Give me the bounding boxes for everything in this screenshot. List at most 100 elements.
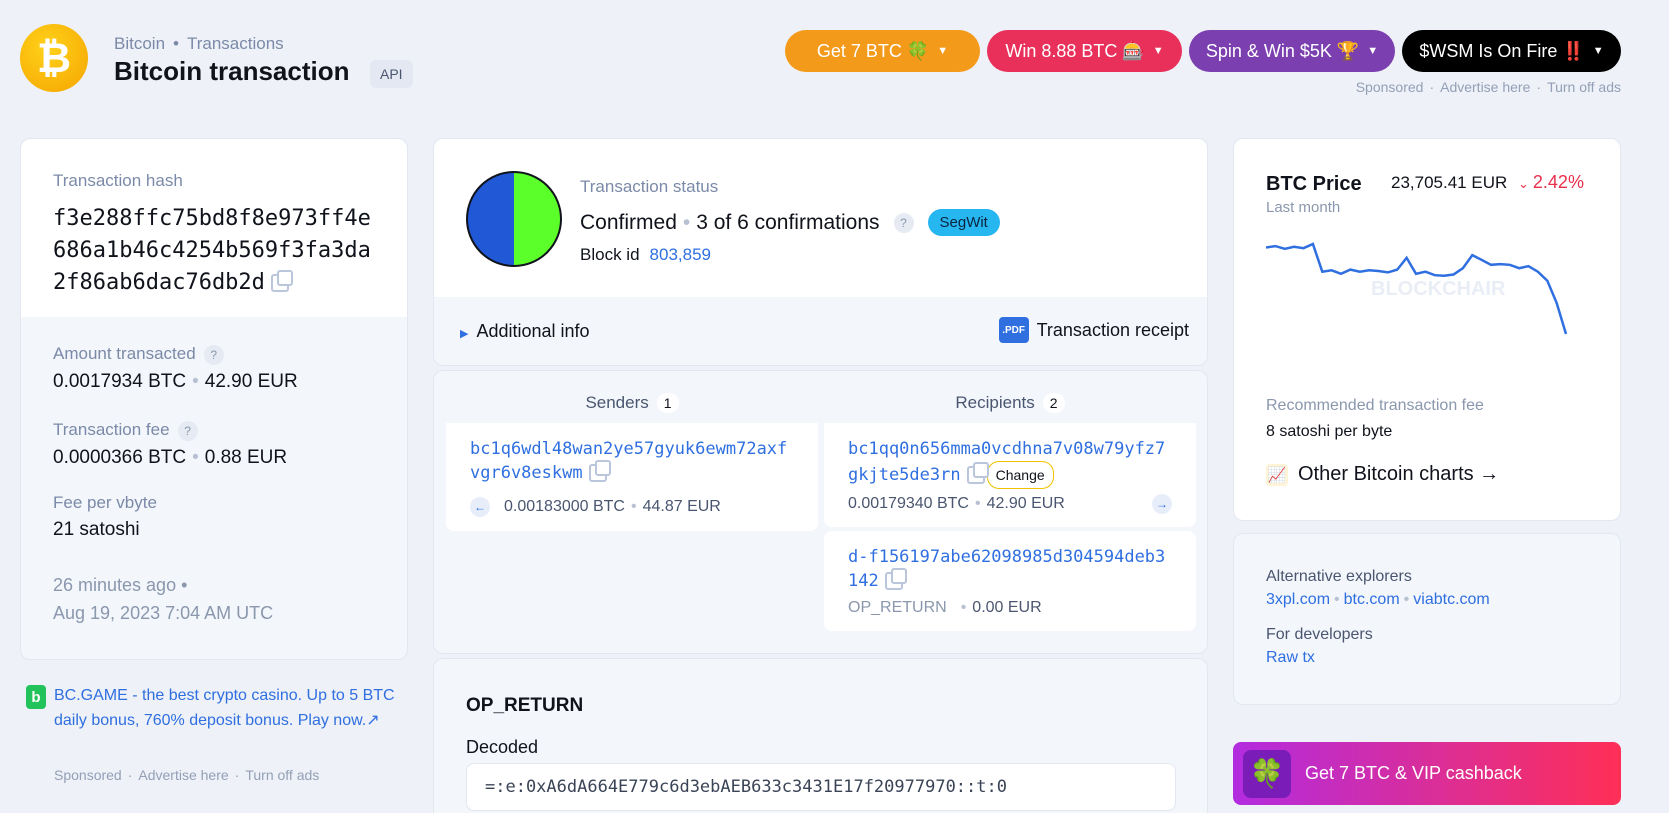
time-block: 26 minutes ago • Aug 19, 2023 7:04 AM UT… [53,571,273,627]
help-icon[interactable]: ? [177,420,198,441]
chart-icon: 📈 [1266,463,1288,486]
fee-value: 0.0000366 BTC • 0.88 EUR [53,446,288,468]
status-top: Transaction status Confirmed • 3 of 6 co… [434,139,1207,297]
promo-button-wsm[interactable]: $WSM Is On Fire ‼️ ▼ [1402,30,1621,72]
inputs-outputs-card: Senders 1 bc1q6wdl48wan2ye57gyuk6ewm72axf… [433,370,1208,654]
sender-values: ← 0.00183000 BTC • 44.87 EUR [470,497,794,517]
recipient-values: 0.00179340 BTC • 42.90 EUR → [848,494,1172,514]
other-charts-link[interactable]: 📈 Other Bitcoin charts → [1266,463,1499,486]
promo-label: $WSM Is On Fire ‼️ [1419,40,1585,61]
raw-tx-link[interactable]: Raw tx [1266,649,1315,666]
decoded-value[interactable]: =:e:0xA6dA664E779c6d3ebAEB633c3431E17f20… [466,763,1176,811]
explorer-link-viabtc[interactable]: viabtc.com [1413,591,1489,608]
fee-label: Transaction fee? [53,420,287,441]
turn-off-ads-link[interactable]: Turn off ads [245,767,319,783]
arrow-right-icon[interactable]: → [1152,494,1172,514]
explorer-link-3xpl[interactable]: 3xpl.com [1266,591,1330,608]
amount-label: Amount transacted? [53,344,298,365]
recipient-address[interactable]: d-f156197abe62098985d304594deb3142 [848,545,1172,593]
recommended-fee-label: Recommended transaction fee [1266,397,1484,414]
help-icon[interactable]: ? [893,212,914,233]
breadcrumb: Bitcoin • Transactions [114,34,284,54]
timestamp: Aug 19, 2023 7:04 AM UTC [53,603,274,623]
sponsored-label: Sponsored [54,767,122,783]
vip-ad-label: Get 7 BTC & VIP cashback [1305,763,1522,783]
bc-game-ad-text[interactable]: BC.GAME - the best crypto casino. Up to … [54,683,404,733]
turn-off-ads-link[interactable]: Turn off ads [1547,79,1621,95]
confirmation-pie-icon [466,171,562,267]
sidebar-ad-links: Sponsored · Advertise here · Turn off ads [54,767,320,783]
amount-value: 0.0017934 BTC • 42.90 EUR [53,370,298,392]
page-title: Bitcoin transaction [114,56,350,86]
copy-icon[interactable] [966,462,989,484]
block-id-line: Block id 803,859 [580,245,711,265]
recipient-values: OP_RETURN • 0.00 EUR [848,599,1042,616]
confirmations: 3 of 6 confirmations [696,210,880,234]
developers-label: For developers [1266,626,1373,643]
status-state: Confirmed [580,210,677,234]
recipients-column: Recipients 2 bc1qq0n656mma0vcdhna7v08w79y… [824,383,1196,631]
chart-watermark: BLOCKCHAIR [1371,278,1506,300]
status-label: Transaction status [580,177,719,196]
advertise-link[interactable]: Advertise here [138,767,228,783]
price-value: 23,705.41 EUR [1391,173,1508,192]
senders-count: 1 [656,393,679,413]
breadcrumb-transactions[interactable]: Transactions [187,34,284,53]
additional-info-toggle[interactable]: ▶ Additional info [460,321,590,342]
decoded-label: Decoded [466,737,539,757]
fpv-label: Fee per vbyte [53,493,157,512]
recipient-item: d-f156197abe62098985d304594deb3142 OP_RE… [824,531,1196,631]
breadcrumb-bitcoin[interactable]: Bitcoin [114,34,165,53]
op-return-title: OP_RETURN [466,695,584,716]
advertise-link[interactable]: Advertise here [1440,79,1530,95]
copy-icon[interactable] [884,568,907,590]
recipient-item: bc1qq0n656mma0vcdhna7v08w79yfz7gkjte5de3… [824,423,1196,527]
arrow-left-icon[interactable]: ← [470,497,490,517]
block-id-link[interactable]: 803,859 [650,245,711,264]
bc-game-logo-icon: b [26,685,46,709]
transaction-status-card: Transaction status Confirmed • 3 of 6 co… [433,138,1208,366]
promo-button-spin-win[interactable]: Spin & Win $5K 🏆 ▼ [1189,30,1395,72]
transaction-summary-card: Transaction hash f3e288ffc75bd8f8e973ff4… [20,138,408,660]
hash-label: Transaction hash [53,171,183,190]
bitcoin-logo-icon[interactable]: ₿ [20,24,88,92]
vip-cashback-ad[interactable]: 🍀 Get 7 BTC & VIP cashback [1233,742,1621,805]
promo-button-get-btc[interactable]: Get 7 BTC 🍀 ▼ [785,30,980,72]
status-line: Confirmed • 3 of 6 confirmations ? SegWi… [580,209,1000,236]
recipients-count: 2 [1042,393,1065,413]
explorer-link-btc[interactable]: btc.com [1344,591,1400,608]
segwit-badge: SegWit [927,209,1000,236]
price-sparkline[interactable]: BLOCKCHAIR [1266,239,1586,349]
promo-label: Win 8.88 BTC 🎰 [1005,40,1145,61]
price-change: ⌄ 2.42% [1518,172,1584,192]
fpv-value: 21 satoshi [53,519,140,540]
copy-icon[interactable] [270,270,293,292]
copy-icon[interactable] [588,460,611,482]
raw-tx-link-wrap: Raw tx [1266,649,1315,667]
time-ago: 26 minutes ago • [53,575,188,595]
amount-block: Amount transacted? 0.0017934 BTC • 42.90 E… [53,344,298,393]
senders-header: Senders 1 [446,383,818,423]
caret-down-icon: ▼ [1592,45,1604,57]
api-button[interactable]: API [370,60,413,88]
sponsored-label: Sponsored [1355,79,1424,95]
transaction-receipt-button[interactable]: .PDF Transaction receipt [998,317,1189,343]
promo-button-win-btc[interactable]: Win 8.88 BTC 🎰 ▼ [987,30,1182,72]
help-icon[interactable]: ? [203,344,224,365]
op-return-card: OP_RETURN Decoded =:e:0xA6dA664E779c6d3e… [433,658,1208,813]
caret-down-icon: ▼ [937,45,949,57]
sender-address[interactable]: bc1q6wdl48wan2ye57gyuk6ewm72axfvgr6v8esk… [470,437,794,485]
recipient-address[interactable]: bc1qq0n656mma0vcdhna7v08w79yfz7gkjte5de3… [848,437,1172,489]
triangle-right-icon: ▶ [460,328,469,340]
promo-label: Spin & Win $5K 🏆 [1205,40,1360,61]
sender-item: bc1q6wdl48wan2ye57gyuk6ewm72axfvgr6v8esk… [446,423,818,531]
price-title: BTC Price [1266,173,1362,195]
arrow-down-icon: ⌄ [1518,176,1529,191]
header-ad-links: Sponsored · Advertise here · Turn off ads [1355,79,1621,95]
hash-value: f3e288ffc75bd8f8e973ff4e686a1b46c4254b56… [53,206,371,295]
hash-box: Transaction hash f3e288ffc75bd8f8e973ff4… [21,139,407,317]
recommended-fee-value: 8 satoshi per byte [1266,423,1393,440]
block-id-label: Block id [580,245,640,264]
recipients-header: Recipients 2 [824,383,1196,423]
explorers-links: 3xpl.com • btc.com • viabtc.com [1266,591,1490,608]
